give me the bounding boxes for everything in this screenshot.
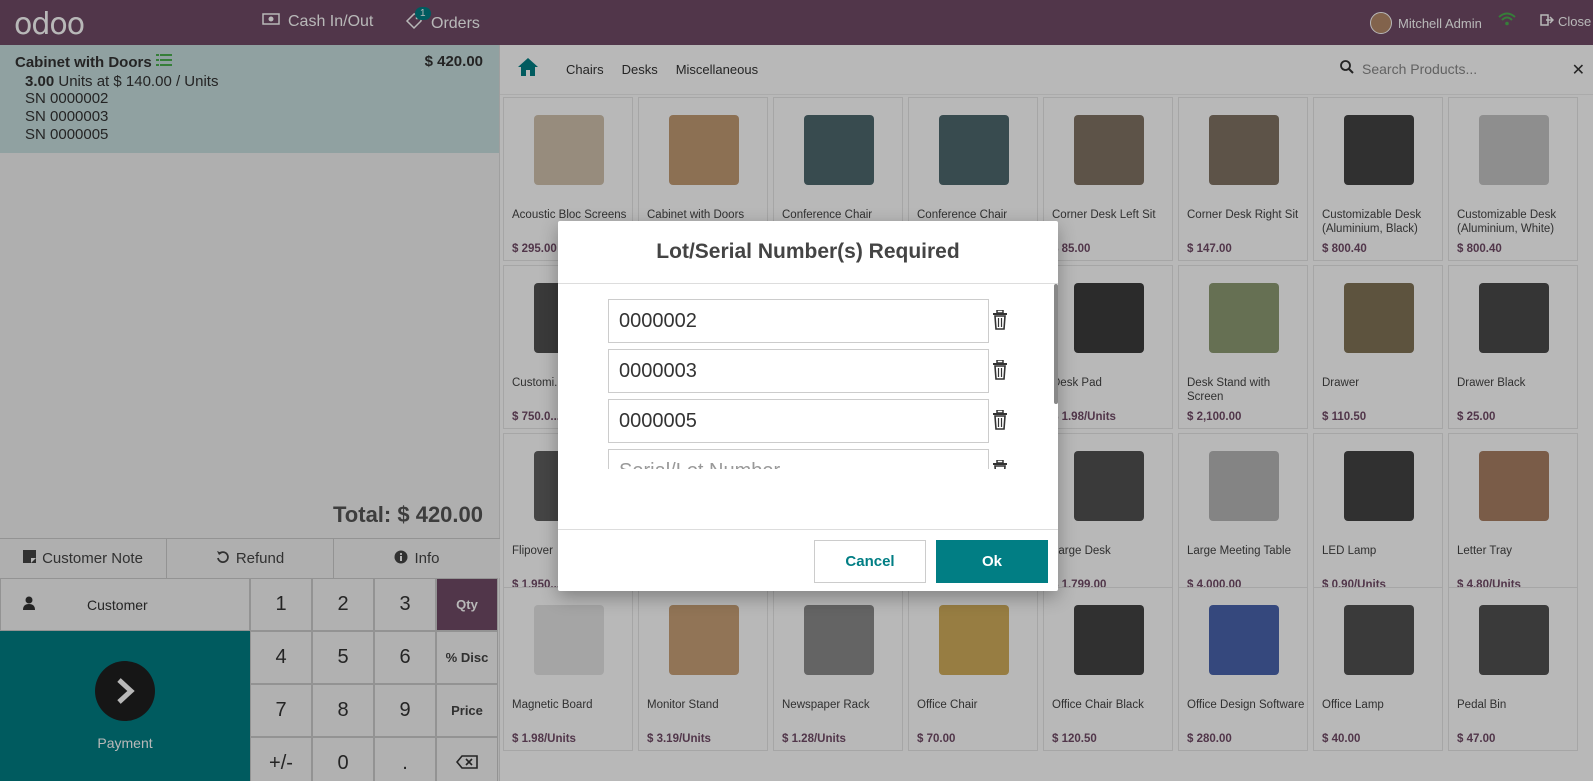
- cancel-button[interactable]: Cancel: [814, 540, 926, 583]
- serial-row: 0000003: [608, 349, 1008, 393]
- new-serial-input[interactable]: Serial/Lot Number: [608, 449, 989, 469]
- serial-input[interactable]: 0000003: [608, 349, 989, 393]
- trash-icon[interactable]: [992, 359, 1008, 385]
- trash-icon[interactable]: [992, 459, 1008, 469]
- serial-input[interactable]: 0000002: [608, 299, 989, 343]
- serial-row: 0000002: [608, 299, 1008, 343]
- serial-row: 0000005: [608, 399, 1008, 443]
- trash-icon[interactable]: [992, 409, 1008, 435]
- serial-list-scrollbar[interactable]: [1054, 284, 1058, 404]
- ok-button[interactable]: Ok: [936, 540, 1048, 583]
- dialog-title: Lot/Serial Number(s) Required: [558, 221, 1058, 284]
- serial-list: 0000002 0000003 0000005 Serial/Lot Numbe…: [558, 284, 1058, 524]
- lot-serial-dialog: Lot/Serial Number(s) Required 0000002 00…: [558, 221, 1058, 591]
- dialog-footer: Cancel Ok: [558, 529, 1058, 591]
- serial-row-new: Serial/Lot Number: [608, 449, 1008, 469]
- trash-icon[interactable]: [992, 309, 1008, 335]
- serial-input[interactable]: 0000005: [608, 399, 989, 443]
